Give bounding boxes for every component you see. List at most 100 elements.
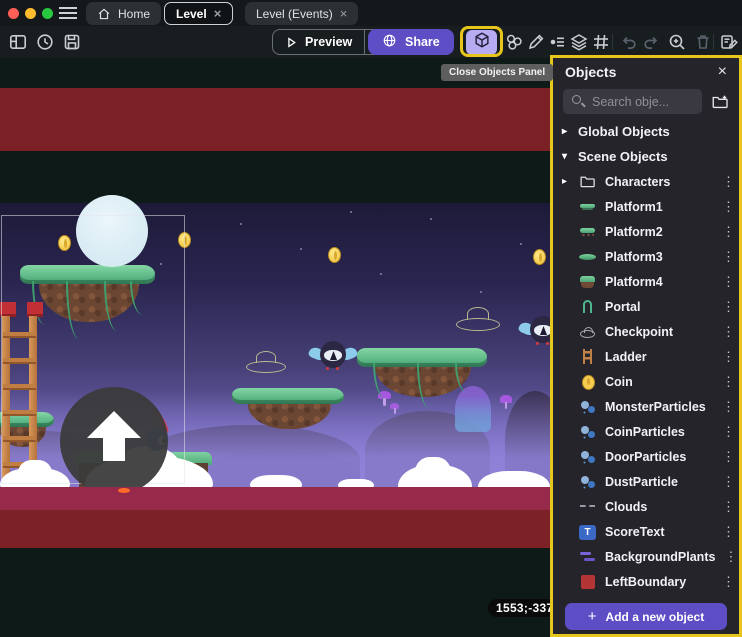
object-thumbnail bbox=[579, 273, 596, 290]
scene-viewport[interactable] bbox=[0, 203, 551, 487]
row-menu-icon[interactable]: ⋮ bbox=[722, 324, 730, 340]
close-tab-icon[interactable]: × bbox=[214, 7, 222, 20]
object-row-ladder[interactable]: Ladder ⋮ bbox=[553, 344, 739, 369]
add-new-object-button[interactable]: + Add a new object bbox=[565, 603, 727, 630]
object-row-backgroundplants[interactable]: BackgroundPlants ⋮ bbox=[553, 544, 739, 569]
chevron-down-icon: ▾ bbox=[562, 151, 571, 162]
row-menu-icon[interactable]: ⋮ bbox=[722, 374, 730, 390]
history-icon[interactable] bbox=[33, 30, 57, 54]
row-menu-icon[interactable]: ⋮ bbox=[722, 524, 730, 540]
top-boundary-sprite[interactable] bbox=[0, 88, 551, 151]
zoom-in-icon[interactable] bbox=[665, 30, 689, 54]
objects-panel-toggle-button[interactable] bbox=[466, 30, 497, 55]
object-thumbnail bbox=[579, 498, 596, 515]
object-row-checkpoint[interactable]: Checkpoint ⋮ bbox=[553, 319, 739, 344]
object-groups-icon[interactable] bbox=[502, 30, 526, 54]
object-thumbnail bbox=[579, 323, 596, 340]
edit-icon[interactable] bbox=[524, 30, 548, 54]
row-menu-icon[interactable]: ⋮ bbox=[722, 449, 730, 465]
jump-arrow-overlay[interactable] bbox=[60, 387, 168, 487]
row-menu-icon[interactable]: ⋮ bbox=[722, 199, 730, 215]
close-panel-icon[interactable]: × bbox=[718, 64, 727, 80]
trash-icon[interactable] bbox=[691, 30, 715, 54]
section-scene-objects[interactable]: ▾ Scene Objects bbox=[553, 144, 739, 169]
row-menu-icon[interactable]: ⋮ bbox=[722, 224, 730, 240]
row-menu-icon[interactable]: ⋮ bbox=[722, 499, 730, 515]
row-menu-icon[interactable]: ⋮ bbox=[722, 574, 730, 590]
object-thumbnail bbox=[579, 223, 596, 240]
platform-sprite[interactable] bbox=[232, 388, 344, 434]
row-menu-icon[interactable]: ⋮ bbox=[724, 549, 732, 565]
coin-sprite[interactable] bbox=[533, 249, 546, 265]
redo-icon[interactable] bbox=[639, 30, 663, 54]
object-row-platform2[interactable]: Platform2 ⋮ bbox=[553, 219, 739, 244]
search-icon bbox=[572, 95, 581, 104]
object-thumbnail bbox=[579, 298, 596, 315]
ufo-outline[interactable] bbox=[246, 351, 286, 373]
ufo-outline[interactable] bbox=[456, 307, 500, 331]
object-row-monsterparticles[interactable]: MonsterParticles ⋮ bbox=[553, 394, 739, 419]
toolbar: Preview Share bbox=[0, 26, 742, 58]
object-thumbnail bbox=[579, 348, 596, 365]
grid-icon[interactable] bbox=[589, 30, 613, 54]
panels-icon[interactable] bbox=[6, 30, 30, 54]
share-button[interactable]: Share bbox=[368, 29, 454, 55]
monster-sprite[interactable] bbox=[520, 316, 551, 352]
cursor-coordinates-badge: 1553;-337 bbox=[488, 599, 551, 617]
object-thumbnail bbox=[579, 198, 596, 215]
object-row-platform3[interactable]: Platform3 ⋮ bbox=[553, 244, 739, 269]
object-row-portal[interactable]: Portal ⋮ bbox=[553, 294, 739, 319]
globe-icon bbox=[382, 33, 397, 51]
folder-icon bbox=[579, 173, 596, 190]
layers-icon[interactable] bbox=[567, 30, 591, 54]
object-row-platform1[interactable]: Platform1 ⋮ bbox=[553, 194, 739, 219]
tab-level[interactable]: Level × bbox=[164, 2, 233, 25]
tab-home[interactable]: Home bbox=[86, 2, 161, 25]
cloud-sprite[interactable] bbox=[338, 479, 374, 487]
search-input[interactable] bbox=[563, 89, 702, 114]
edit-scene-icon[interactable] bbox=[717, 30, 741, 54]
object-row-clouds[interactable]: Clouds ⋮ bbox=[553, 494, 739, 519]
platform-sprite[interactable] bbox=[357, 348, 487, 404]
tab-label: Level bbox=[176, 7, 207, 21]
add-folder-icon[interactable] bbox=[711, 93, 729, 111]
cloud-sprite[interactable] bbox=[415, 457, 451, 475]
object-row-coinparticles[interactable]: CoinParticles ⋮ bbox=[553, 419, 739, 444]
tab-level-events[interactable]: Level (Events) × bbox=[245, 2, 358, 25]
chevron-right-icon: ▸ bbox=[562, 176, 570, 187]
bottom-boundary-sprite[interactable] bbox=[0, 487, 551, 510]
row-menu-icon[interactable]: ⋮ bbox=[722, 274, 730, 290]
object-row-dustparticle[interactable]: DustParticle ⋮ bbox=[553, 469, 739, 494]
traffic-light-minimize[interactable] bbox=[25, 8, 36, 19]
row-menu-icon[interactable]: ⋮ bbox=[722, 474, 730, 490]
section-global-objects[interactable]: ▸ Global Objects bbox=[553, 119, 739, 144]
cloud-sprite[interactable] bbox=[250, 475, 302, 487]
save-icon[interactable] bbox=[60, 30, 84, 54]
preview-button[interactable]: Preview bbox=[273, 30, 364, 54]
object-row-characters[interactable]: ▸ Characters ⋮ bbox=[553, 169, 739, 194]
menu-icon[interactable] bbox=[59, 7, 77, 19]
row-menu-icon[interactable]: ⋮ bbox=[722, 349, 730, 365]
home-icon bbox=[97, 7, 111, 21]
monster-sprite[interactable] bbox=[310, 341, 356, 377]
traffic-light-zoom[interactable] bbox=[42, 8, 53, 19]
close-tab-icon[interactable]: × bbox=[340, 7, 348, 20]
object-row-scoretext[interactable]: T ScoreText ⋮ bbox=[553, 519, 739, 544]
object-row-coin[interactable]: Coin ⋮ bbox=[553, 369, 739, 394]
coin-sprite[interactable] bbox=[328, 247, 341, 263]
object-row-doorparticles[interactable]: DoorParticles ⋮ bbox=[553, 444, 739, 469]
bottom-boundary-sprite-2[interactable] bbox=[0, 510, 551, 548]
object-row-leftboundary[interactable]: LeftBoundary ⋮ bbox=[553, 569, 739, 594]
row-menu-icon[interactable]: ⋮ bbox=[722, 249, 730, 265]
scene-editor-canvas[interactable]: 1553;-337 bbox=[0, 58, 551, 637]
object-thumbnail bbox=[581, 575, 595, 589]
undo-icon[interactable] bbox=[617, 30, 641, 54]
row-menu-icon[interactable]: ⋮ bbox=[722, 424, 730, 440]
row-menu-icon[interactable]: ⋮ bbox=[722, 299, 730, 315]
cube-icon bbox=[473, 31, 491, 54]
row-menu-icon[interactable]: ⋮ bbox=[722, 174, 730, 190]
object-row-platform4[interactable]: Platform4 ⋮ bbox=[553, 269, 739, 294]
object-thumbnail bbox=[579, 398, 596, 415]
traffic-light-close[interactable] bbox=[8, 8, 19, 19]
row-menu-icon[interactable]: ⋮ bbox=[722, 399, 730, 415]
